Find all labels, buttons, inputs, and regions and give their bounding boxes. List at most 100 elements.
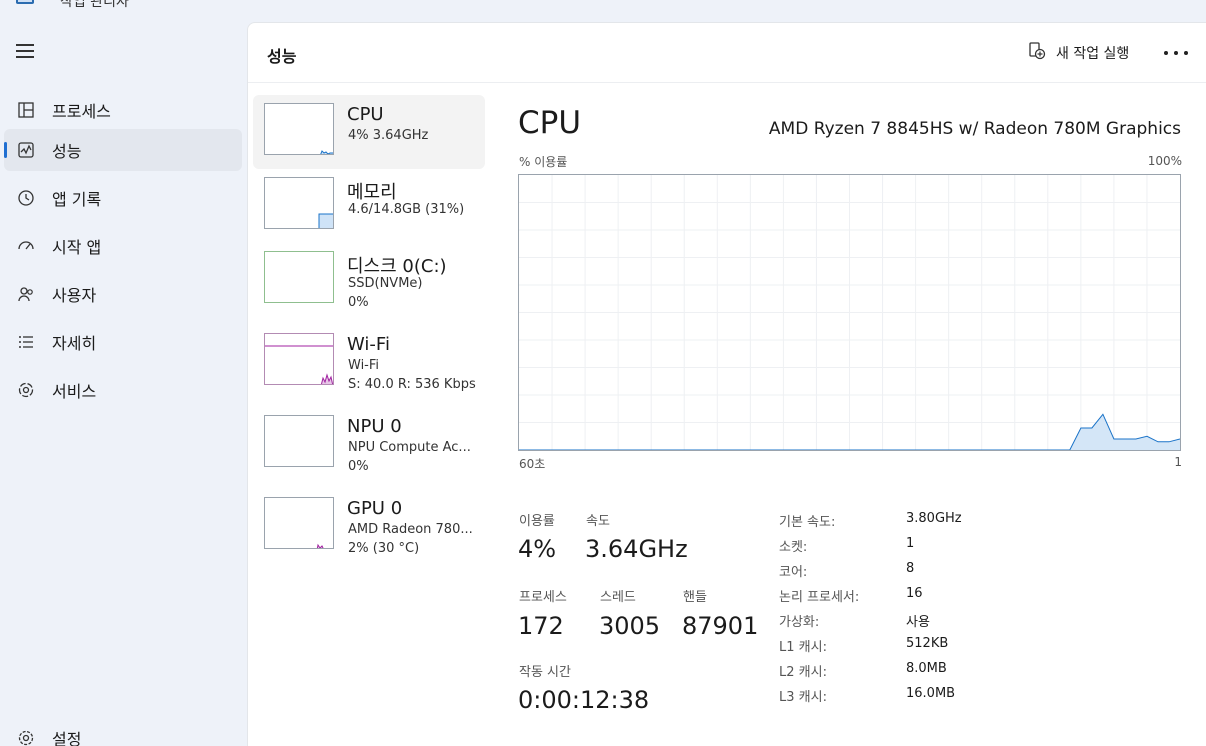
spec-key: L3 캐시: bbox=[779, 690, 827, 705]
cpu-graph-svg bbox=[519, 175, 1181, 451]
device-detail: SSD(NVMe) bbox=[348, 276, 423, 291]
spec-key: 가상화: bbox=[779, 615, 820, 630]
utilization-label: 이용률 bbox=[519, 514, 555, 529]
speed-value: 3.64GHz bbox=[585, 535, 688, 563]
cpu-model-name: AMD Ryzen 7 8845HS w/ Radeon 780M Graphi… bbox=[768, 119, 1181, 139]
cpu-detail-panel: CPU AMD Ryzen 7 8845HS w/ Radeon 780M Gr… bbox=[489, 93, 1201, 743]
active-indicator bbox=[4, 142, 7, 158]
sidebar-item-label: 프로세스 bbox=[52, 102, 111, 121]
sidebar-item-startup[interactable]: 시작 앱 bbox=[4, 225, 242, 267]
device-usage: 2% (30 °C) bbox=[348, 541, 420, 556]
wifi-thumbnail-graph bbox=[264, 333, 334, 385]
spec-key: 코어: bbox=[779, 565, 808, 580]
device-detail: NPU Compute Ac... bbox=[348, 440, 471, 455]
device-name: Wi-Fi bbox=[347, 334, 390, 355]
spec-value: 1 bbox=[906, 536, 915, 551]
sidebar-item-label: 자세히 bbox=[52, 334, 97, 353]
device-item-npu[interactable]: NPU 0 NPU Compute Ac... 0% bbox=[253, 407, 485, 481]
device-usage: 0% bbox=[348, 295, 369, 310]
graph-time-label: 60초 bbox=[519, 457, 546, 471]
processes-label: 프로세스 bbox=[519, 590, 567, 605]
device-name: GPU 0 bbox=[347, 498, 403, 519]
uptime-value: 0:00:12:38 bbox=[518, 686, 650, 714]
run-new-task-button[interactable]: 새 작업 실행 bbox=[1028, 41, 1129, 65]
sidebar-item-label: 시작 앱 bbox=[52, 238, 102, 257]
spec-value: 8 bbox=[906, 561, 915, 576]
spec-value: 3.80GHz bbox=[906, 511, 962, 526]
device-detail: 4.6/14.8GB (31%) bbox=[348, 202, 465, 217]
device-detail: Wi-Fi bbox=[348, 358, 380, 373]
device-usage: 0% bbox=[348, 459, 369, 474]
threads-label: 스레드 bbox=[600, 590, 636, 605]
device-detail: AMD Radeon 780... bbox=[348, 522, 473, 537]
handles-value: 87901 bbox=[682, 612, 759, 640]
sidebar-item-label: 성능 bbox=[52, 142, 82, 161]
spec-value: 512KB bbox=[906, 636, 949, 651]
sidebar-item-users[interactable]: 사용자 bbox=[4, 273, 242, 315]
users-icon bbox=[16, 284, 36, 304]
device-name: 메모리 bbox=[347, 182, 397, 203]
device-detail: 4% 3.64GHz bbox=[348, 128, 429, 143]
processes-icon bbox=[16, 100, 36, 120]
services-icon bbox=[16, 380, 36, 400]
threads-value: 3005 bbox=[599, 612, 661, 640]
graph-axis-label: % 이용률 bbox=[519, 155, 568, 169]
handles-label: 핸들 bbox=[683, 590, 707, 605]
device-name: NPU 0 bbox=[347, 416, 402, 437]
new-task-icon bbox=[1028, 42, 1046, 64]
spec-key: 기본 속도: bbox=[779, 515, 836, 530]
device-name: 디스크 0(C:) bbox=[347, 256, 447, 277]
main-panel: 성능 새 작업 실행 CPU 4% 3.64GHz 메모리 4.6/14.8GB… bbox=[247, 22, 1206, 746]
spec-value: 16.0MB bbox=[906, 686, 956, 701]
disk-thumbnail-graph bbox=[264, 251, 334, 303]
sidebar-item-label: 사용자 bbox=[52, 286, 97, 305]
gpu-thumbnail-graph bbox=[264, 497, 334, 549]
device-item-disk[interactable]: 디스크 0(C:) SSD(NVMe) 0% bbox=[253, 243, 485, 317]
page-title: 성능 bbox=[267, 47, 297, 66]
sidebar-item-settings[interactable]: 설정 bbox=[4, 717, 242, 746]
memory-thumbnail-graph bbox=[264, 177, 334, 229]
graph-end-label: 1 bbox=[1174, 455, 1182, 469]
more-options-icon[interactable] bbox=[1164, 43, 1188, 63]
device-item-memory[interactable]: 메모리 4.6/14.8GB (31%) bbox=[253, 169, 485, 243]
device-item-cpu[interactable]: CPU 4% 3.64GHz bbox=[253, 95, 485, 169]
spec-value: 16 bbox=[906, 586, 923, 601]
run-new-task-label: 새 작업 실행 bbox=[1056, 46, 1130, 62]
sidebar-item-details[interactable]: 자세히 bbox=[4, 321, 242, 363]
spec-value: 사용 bbox=[906, 615, 930, 630]
settings-label: 설정 bbox=[52, 730, 82, 746]
device-usage: S: 40.0 R: 536 Kbps bbox=[348, 377, 476, 392]
npu-thumbnail-graph bbox=[264, 415, 334, 467]
title-bar: 작업 관리자 bbox=[0, 0, 1206, 22]
sidebar-item-services[interactable]: 서비스 bbox=[4, 369, 242, 411]
speed-label: 속도 bbox=[586, 514, 610, 529]
details-icon bbox=[16, 332, 36, 352]
cpu-thumbnail-graph bbox=[264, 103, 334, 155]
spec-key: 소켓: bbox=[779, 540, 808, 555]
history-icon bbox=[16, 188, 36, 208]
utilization-value: 4% bbox=[518, 535, 557, 563]
sidebar-item-app-history[interactable]: 앱 기록 bbox=[4, 177, 242, 219]
performance-icon bbox=[16, 140, 36, 160]
window-title: 작업 관리자 bbox=[60, 0, 129, 10]
gear-icon bbox=[16, 728, 36, 746]
device-item-wifi[interactable]: Wi-Fi Wi-Fi S: 40.0 R: 536 Kbps bbox=[253, 325, 485, 399]
spec-key: L1 캐시: bbox=[779, 640, 827, 655]
sidebar-item-label: 앱 기록 bbox=[52, 190, 102, 209]
startup-icon bbox=[16, 236, 36, 256]
spec-key: L2 캐시: bbox=[779, 665, 827, 680]
sidebar: 프로세스 성능 앱 기록 시작 앱 사용자 자세히 서비스 설정 bbox=[0, 22, 247, 746]
processes-value: 172 bbox=[518, 612, 564, 640]
hamburger-menu-icon[interactable] bbox=[16, 44, 34, 58]
uptime-label: 작동 시간 bbox=[519, 665, 571, 680]
device-name: CPU bbox=[347, 104, 384, 125]
cpu-utilization-graph bbox=[518, 174, 1181, 451]
detail-title: CPU bbox=[518, 105, 582, 141]
device-item-gpu[interactable]: GPU 0 AMD Radeon 780... 2% (30 °C) bbox=[253, 489, 485, 563]
sidebar-item-performance[interactable]: 성능 bbox=[4, 129, 242, 171]
task-manager-icon bbox=[16, 0, 34, 4]
sidebar-item-label: 서비스 bbox=[52, 382, 97, 401]
spec-value: 8.0MB bbox=[906, 661, 947, 676]
graph-max-label: 100% bbox=[1147, 154, 1182, 168]
sidebar-item-processes[interactable]: 프로세스 bbox=[4, 89, 242, 131]
